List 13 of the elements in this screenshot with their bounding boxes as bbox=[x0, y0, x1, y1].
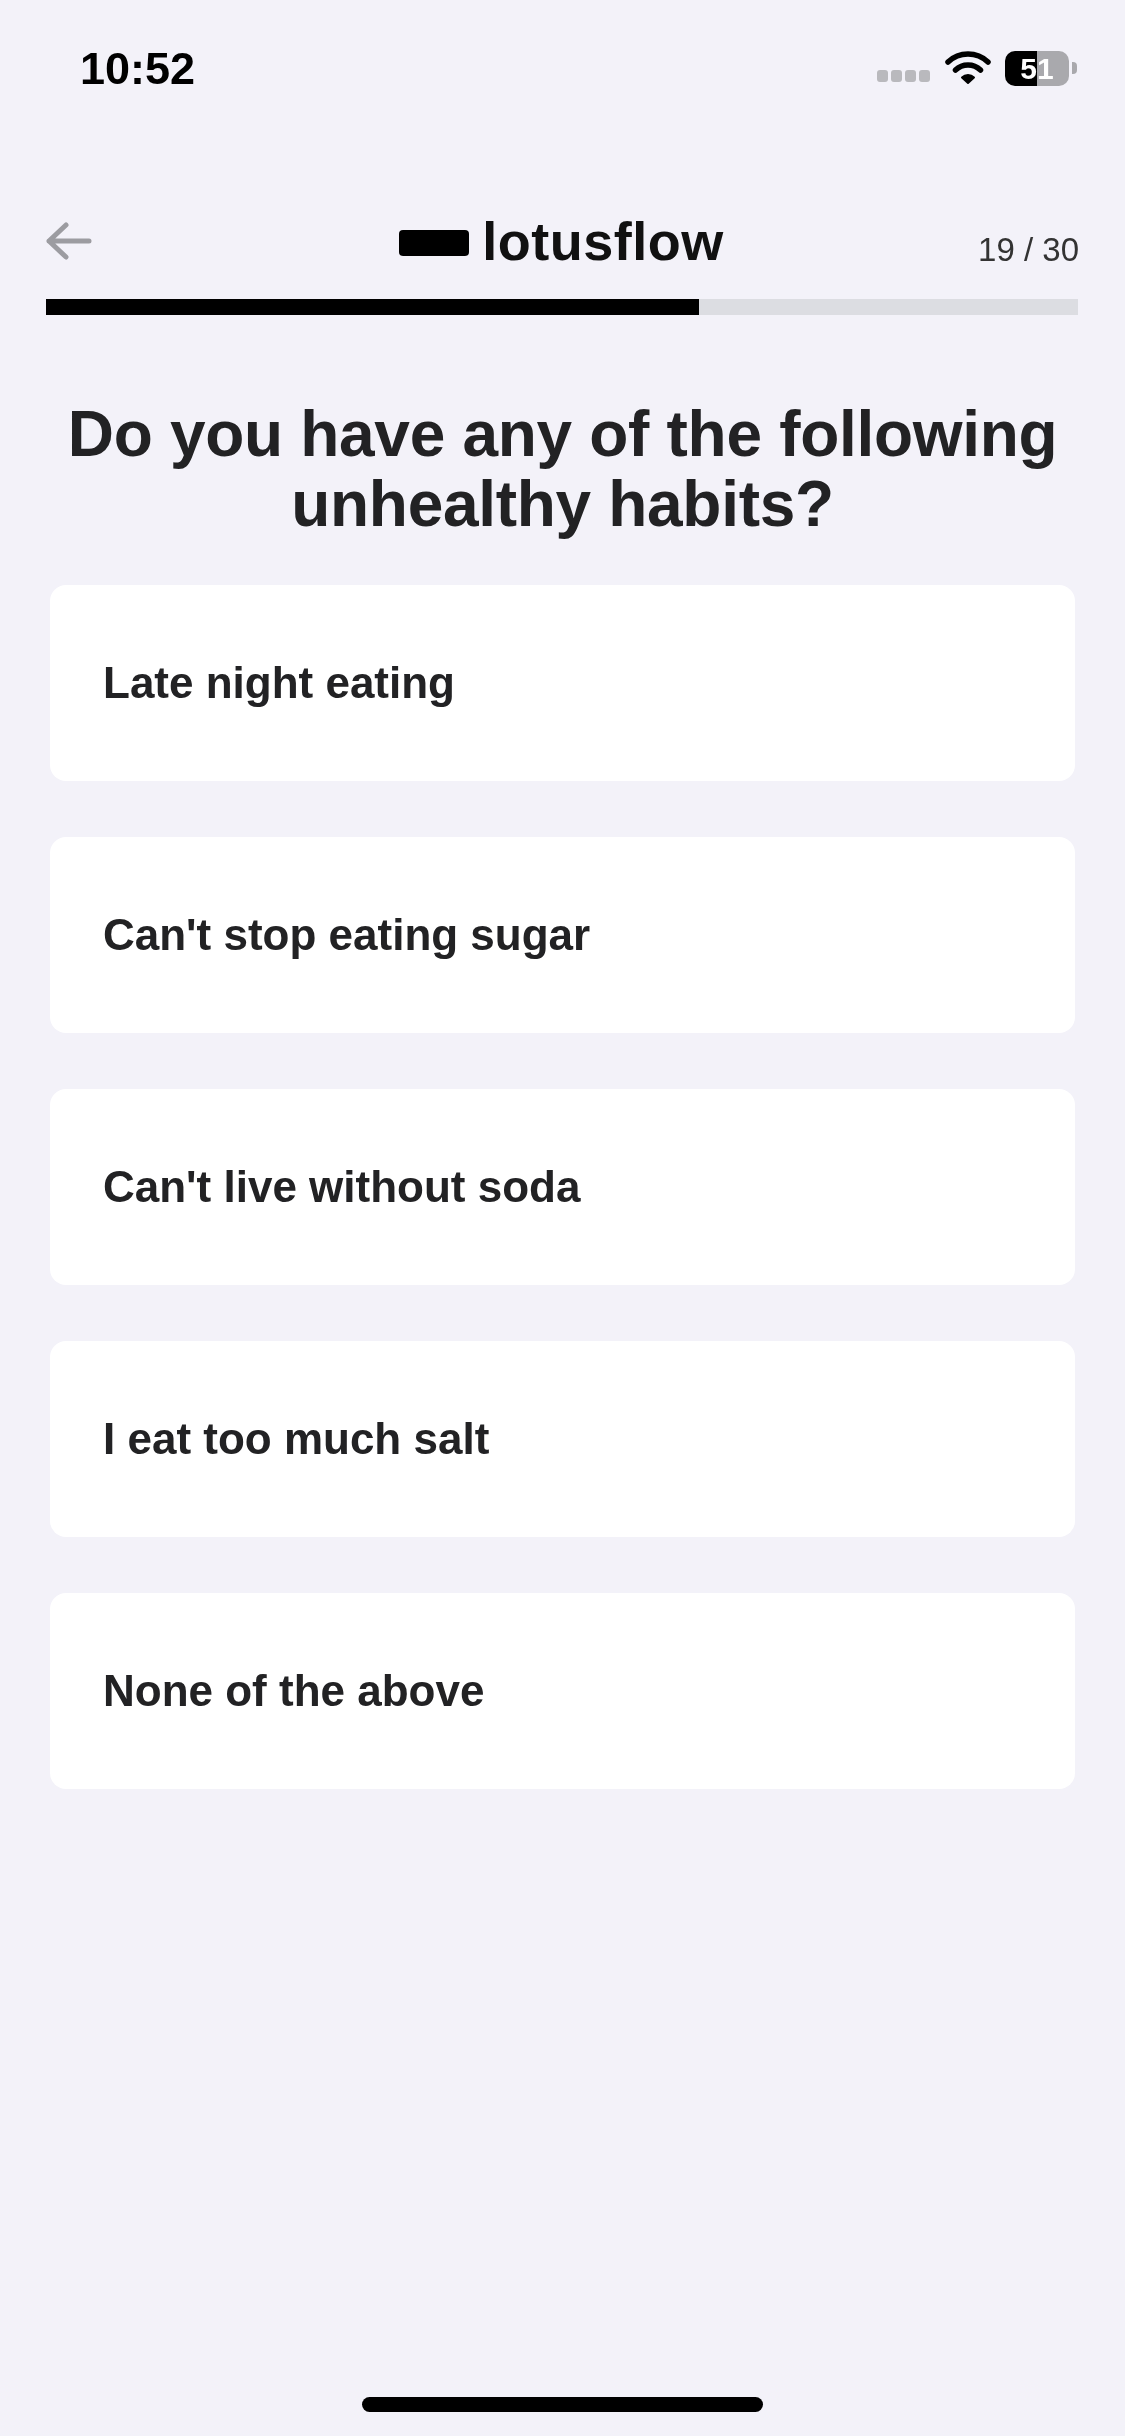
back-arrow-icon[interactable] bbox=[44, 222, 92, 260]
logo-icon bbox=[399, 230, 470, 256]
status-time: 10:52 bbox=[80, 45, 196, 91]
question-title: Do you have any of the following unhealthy habits? bbox=[66, 399, 1059, 539]
logo-text: lotusflow bbox=[482, 214, 724, 268]
answer-option[interactable]: I eat too much salt bbox=[50, 1341, 1075, 1537]
signal-icon bbox=[877, 70, 931, 82]
answer-option[interactable]: None of the above bbox=[50, 1593, 1075, 1789]
answer-option[interactable]: Can't live without soda bbox=[50, 1089, 1075, 1285]
step-counter: 19 / 30 bbox=[978, 232, 1079, 266]
answer-option[interactable]: Can't stop eating sugar bbox=[50, 837, 1075, 1033]
wifi-icon bbox=[945, 51, 991, 85]
answer-option[interactable]: Late night eating bbox=[50, 585, 1075, 781]
